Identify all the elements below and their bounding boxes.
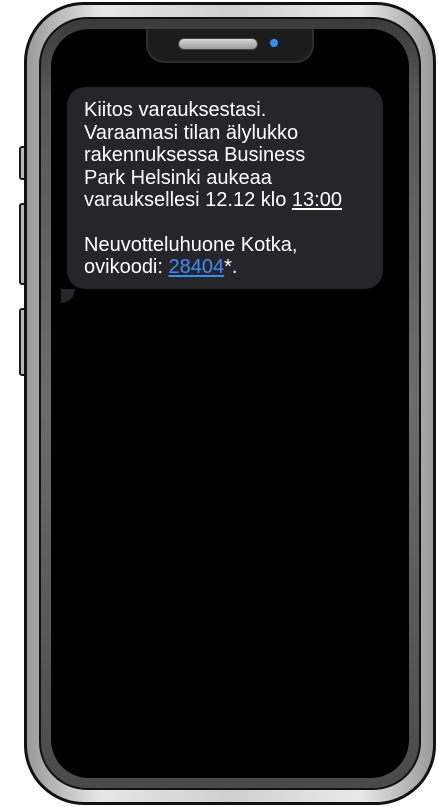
message-line: Kiitos varauksestasi.	[84, 99, 267, 121]
bubble-tail	[61, 289, 75, 303]
sms-message-bubble[interactable]: Kiitos varauksestasi. Varaamasi tilan äl…	[67, 87, 383, 289]
phone-screen: Kiitos varauksestasi. Varaamasi tilan äl…	[51, 29, 409, 778]
message-line: Park Helsinki aukeaa	[84, 166, 272, 189]
message-line: rakennuksessa Business	[84, 144, 306, 166]
message-line: varauksellesi 12.12 klo 13:00	[84, 189, 371, 212]
message-line: Neuvotteluhuone Kotka,	[84, 233, 298, 256]
message-text: ovikoodi:	[84, 256, 169, 278]
phone-bezel: Kiitos varauksestasi. Varaamasi tilan äl…	[39, 17, 421, 790]
phone-mockup: Kiitos varauksestasi. Varaamasi tilan äl…	[0, 0, 438, 807]
door-code-link[interactable]: 28404	[169, 256, 225, 278]
time-link[interactable]: 13:00	[292, 189, 342, 211]
phone-frame: Kiitos varauksestasi. Varaamasi tilan äl…	[24, 2, 436, 805]
earpiece-speaker-icon	[178, 38, 258, 50]
front-camera-icon	[270, 39, 278, 47]
message-line: Varaamasi tilan älylukko	[84, 121, 299, 144]
message-text: varauksellesi 12.12 klo	[84, 189, 292, 211]
message-line: ovikoodi: 28404*.	[84, 256, 371, 279]
notch	[146, 29, 314, 63]
message-text: *.	[224, 256, 238, 278]
